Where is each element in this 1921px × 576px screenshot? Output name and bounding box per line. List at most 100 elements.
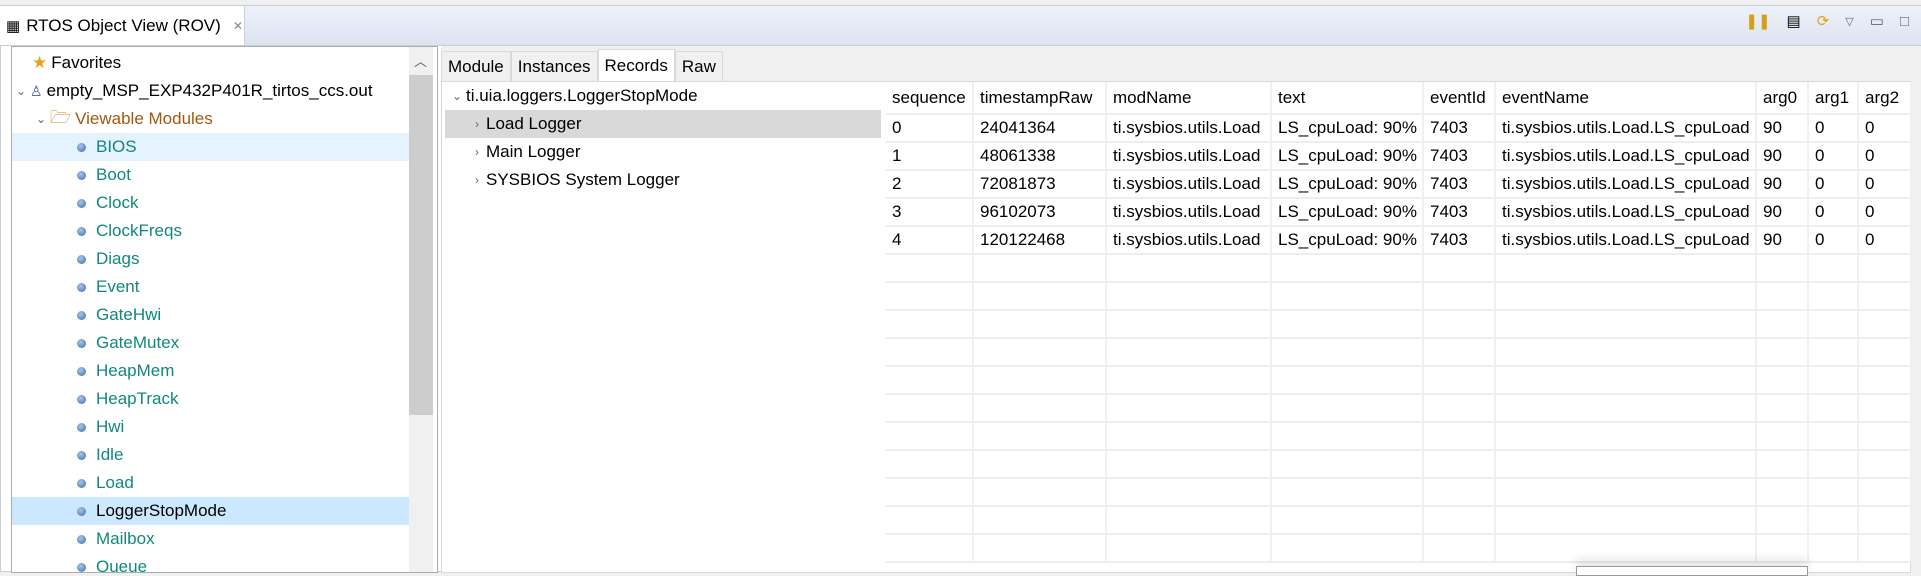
table-row[interactable]: 3 96102073 ti.sysbios.utils.Load LS_cpuLoad… — [886, 198, 1912, 227]
empty-cell — [973, 282, 1107, 311]
table-row[interactable]: 2 72081873 ti.sysbios.utils.Load LS_cpuLoad… — [886, 170, 1912, 199]
empty-cell — [1858, 282, 1912, 311]
chevron-down-icon[interactable]: ⌄ — [12, 84, 30, 98]
table-row[interactable]: 4 120122468 ti.sysbios.utils.Load LS_cpuLoa… — [886, 226, 1912, 255]
tree-item-module[interactable]: HeapMem — [12, 357, 410, 385]
table-icon: ▦ — [6, 18, 21, 35]
tree-item-favorites[interactable]: ★ Favorites — [12, 49, 410, 77]
chevron-down-icon[interactable]: ⌄ — [448, 89, 466, 103]
tab-instances[interactable]: Instances — [510, 51, 598, 81]
table-cell: ti.sysbios.utils.Load.LS_cpuLoad — [1495, 198, 1757, 227]
chevron-right-icon[interactable]: › — [468, 145, 486, 159]
empty-cell — [1808, 310, 1859, 339]
close-icon[interactable]: ✕ — [233, 19, 243, 33]
table-cell: 7403 — [1423, 170, 1496, 199]
empty-cell — [1808, 282, 1859, 311]
tree-item-program[interactable]: ⌄ ♙ empty_MSP_EXP432P401R_tirtos_ccs.out — [12, 77, 410, 105]
tree-item-label: GateHwi — [96, 305, 162, 324]
tree-item-module[interactable]: LoggerStopMode — [12, 497, 410, 525]
empty-cell — [973, 366, 1107, 395]
empty-cell — [1271, 310, 1424, 339]
table-cell: 7403 — [1423, 198, 1496, 227]
empty-cell — [1858, 310, 1912, 339]
minimize-icon[interactable]: ▭ — [1870, 12, 1884, 30]
tree-item-module[interactable]: ClockFreqs — [12, 217, 410, 245]
tree-item-module[interactable]: Event — [12, 273, 410, 301]
module-icon — [77, 478, 86, 488]
instance-item[interactable]: › SYSBIOS System Logger — [445, 166, 881, 194]
tree-item-viewable-modules[interactable]: ⌄ 🗁 Viewable Modules — [12, 105, 410, 133]
tab-module[interactable]: Module — [441, 51, 511, 81]
table-cell: LS_cpuLoad: 90% — [1271, 226, 1424, 255]
empty-cell — [1756, 422, 1809, 451]
maximize-icon[interactable]: □ — [1900, 13, 1909, 30]
table-cell: LS_cpuLoad: 90% — [1271, 198, 1424, 227]
chevron-up-icon[interactable]: ︿ — [414, 51, 427, 70]
tree-item-module[interactable]: HeapTrack — [12, 385, 410, 413]
empty-row — [886, 310, 1912, 339]
chevron-right-icon[interactable]: › — [468, 173, 486, 187]
pause-icon[interactable]: ❚❚ — [1745, 12, 1770, 30]
instance-item[interactable]: › Main Logger — [445, 138, 881, 166]
table-cell: ti.sysbios.utils.Load — [1106, 142, 1272, 171]
view-menu-icon[interactable]: ▽ — [1845, 15, 1853, 28]
resize-columns-icon[interactable]: ▤ — [1787, 12, 1801, 30]
module-icon — [77, 198, 86, 208]
table-row[interactable]: 1 48061338 ti.sysbios.utils.Load LS_cpuLoad… — [886, 142, 1912, 171]
tree-item-module[interactable]: GateHwi — [12, 301, 410, 329]
tree-item-module[interactable]: Queue — [12, 553, 410, 572]
tab-raw[interactable]: Raw — [674, 51, 723, 81]
column-header[interactable]: sequence — [886, 82, 974, 115]
module-icon — [77, 142, 86, 152]
column-header[interactable]: arg2 — [1858, 82, 1912, 115]
column-header[interactable]: text — [1271, 82, 1424, 115]
tree-item-module[interactable]: Diags — [12, 245, 410, 273]
tab-records[interactable]: Records — [597, 49, 675, 81]
table-cell: 72081873 — [973, 170, 1107, 199]
tree-item-module[interactable]: Idle — [12, 441, 410, 469]
tree-item-module[interactable]: Mailbox — [12, 525, 410, 553]
empty-cell — [1495, 338, 1757, 367]
chevron-right-icon[interactable]: › — [468, 117, 486, 131]
view-title: RTOS Object View (ROV) — [26, 16, 221, 35]
tree-item-module[interactable]: GateMutex — [12, 329, 410, 357]
empty-cell — [1858, 254, 1912, 283]
empty-cell — [1423, 534, 1496, 563]
empty-cell — [1106, 366, 1272, 395]
empty-cell — [1423, 254, 1496, 283]
column-header[interactable]: eventId — [1423, 82, 1496, 115]
empty-cell — [1271, 282, 1424, 311]
column-header[interactable]: timestampRaw — [973, 82, 1107, 115]
tree-item-label: Event — [96, 277, 140, 296]
column-header[interactable]: eventName — [1495, 82, 1757, 115]
records-content: ⌄ ti.uia.loggers.LoggerStopMode › Load Lo… — [441, 81, 1912, 573]
table-cell: ti.sysbios.utils.Load.LS_cpuLoad — [1495, 142, 1757, 171]
table-row[interactable]: 0 24041364 ti.sysbios.utils.Load LS_cpuLoad… — [886, 114, 1912, 143]
instance-item[interactable]: › Load Logger — [445, 110, 881, 138]
empty-cell — [1495, 506, 1757, 535]
column-header[interactable]: arg1 — [1808, 82, 1859, 115]
tree-item-module[interactable]: BIOS — [12, 133, 410, 161]
table-cell: 0 — [1858, 142, 1912, 171]
empty-row — [886, 282, 1912, 311]
empty-cell — [973, 478, 1107, 507]
chevron-down-icon[interactable]: ⌄ — [32, 112, 50, 126]
module-icon — [77, 254, 86, 264]
instance-root[interactable]: ⌄ ti.uia.loggers.LoggerStopMode — [448, 82, 698, 110]
empty-row — [886, 366, 1912, 395]
empty-row — [886, 422, 1912, 451]
tree-scrollbar[interactable]: ︿ — [409, 47, 433, 572]
refresh-icon[interactable]: ⟳ — [1817, 12, 1830, 30]
column-header[interactable]: arg0 — [1756, 82, 1809, 115]
tree-item-module[interactable]: Boot — [12, 161, 410, 189]
tree-item-module[interactable]: Load — [12, 469, 410, 497]
scrollbar-thumb[interactable] — [409, 75, 433, 415]
table-cell: ti.sysbios.utils.Load — [1106, 198, 1272, 227]
column-header[interactable]: modName — [1106, 82, 1272, 115]
tree-item-module[interactable]: Clock — [12, 189, 410, 217]
table-cell: 90 — [1756, 226, 1809, 255]
tree-item-module[interactable]: Hwi — [12, 413, 410, 441]
view-tab-rov[interactable]: ▦ RTOS Object View (ROV) ✕ — [0, 6, 245, 46]
empty-cell — [1271, 506, 1424, 535]
table-cell: ti.sysbios.utils.Load.LS_cpuLoad — [1495, 226, 1757, 255]
